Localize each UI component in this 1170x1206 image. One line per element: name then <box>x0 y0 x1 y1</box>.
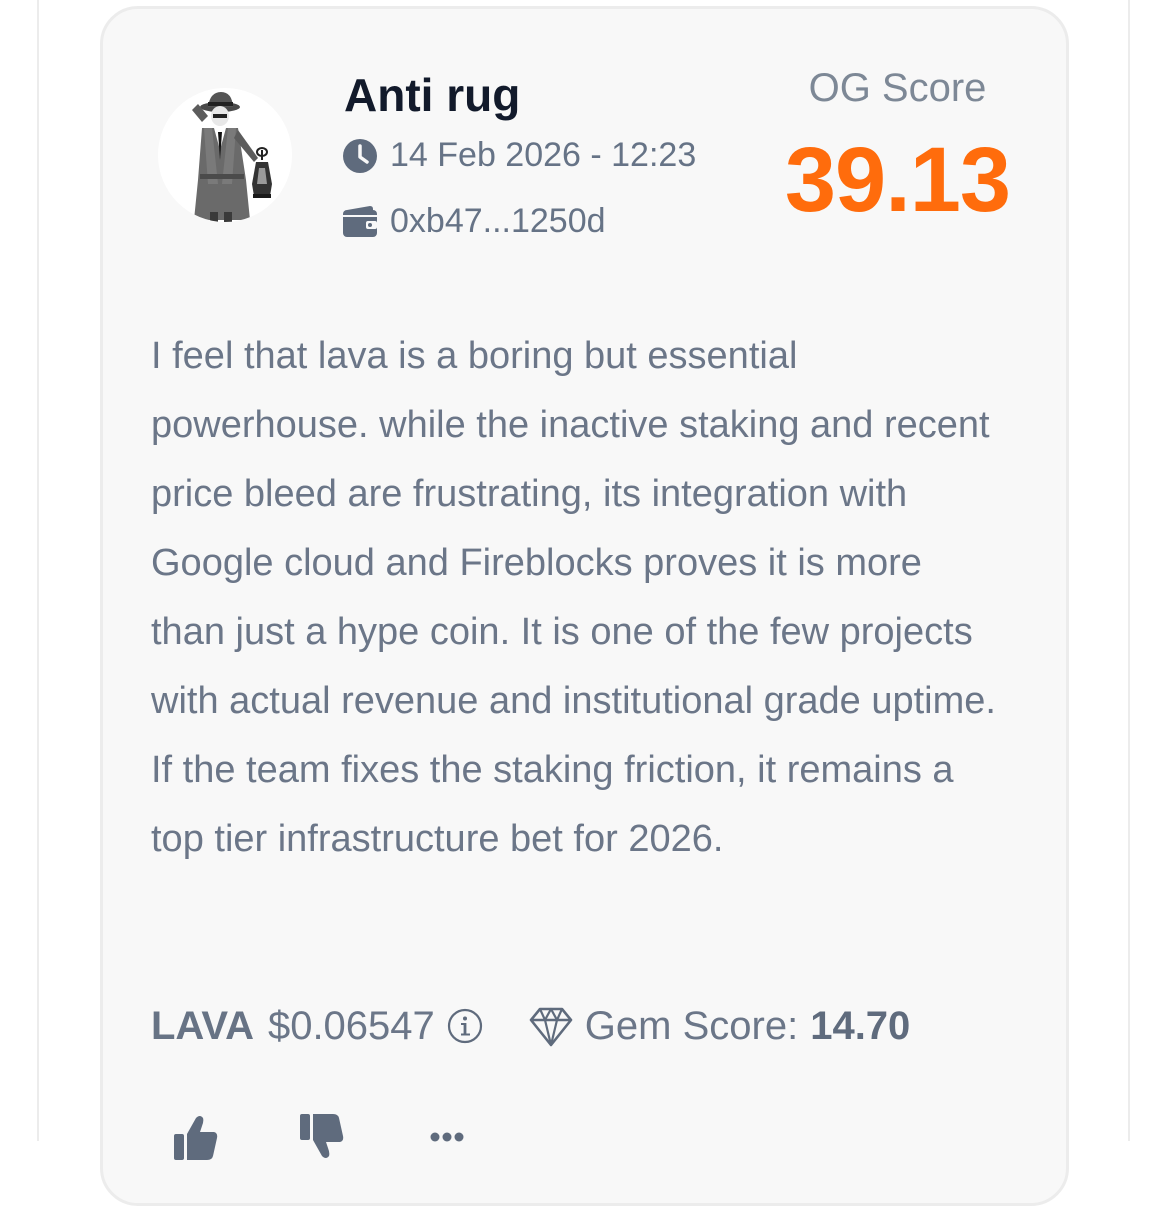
detective-avatar-image <box>158 88 292 222</box>
avatar[interactable] <box>158 88 292 222</box>
thumbs-up-icon[interactable] <box>170 1112 220 1162</box>
token-symbol[interactable]: LAVA <box>151 1004 254 1049</box>
token-price: $0.06547 <box>267 1003 435 1048</box>
gem-score-label: Gem Score: <box>584 1003 799 1048</box>
post-date-text: 14 Feb 2026 - 12:23 <box>390 136 697 174</box>
token-info-row: LAVA $0.06547 Gem Score: 14.70 <box>151 998 910 1054</box>
wallet-address-text: 0xb47...1250d <box>390 202 606 240</box>
thumbs-down-icon[interactable] <box>296 1112 346 1162</box>
more-icon[interactable] <box>422 1112 472 1162</box>
wallet-address[interactable]: 0xb47...1250d <box>342 202 606 241</box>
post-body: I feel that lava is a boring but essenti… <box>151 335 996 860</box>
og-score-value: 39.13 <box>784 129 1011 231</box>
post-date: 14 Feb 2026 - 12:23 <box>342 136 696 175</box>
post-actions <box>170 1112 490 1160</box>
author-name[interactable]: Anti rug <box>344 68 520 122</box>
diamond-icon <box>529 1004 573 1048</box>
og-score-label: OG Score <box>808 66 987 110</box>
clock-icon <box>342 138 378 174</box>
wallet-icon <box>342 204 378 240</box>
gem-score-value: 14.70 <box>810 1003 911 1048</box>
info-icon[interactable] <box>447 1008 483 1044</box>
